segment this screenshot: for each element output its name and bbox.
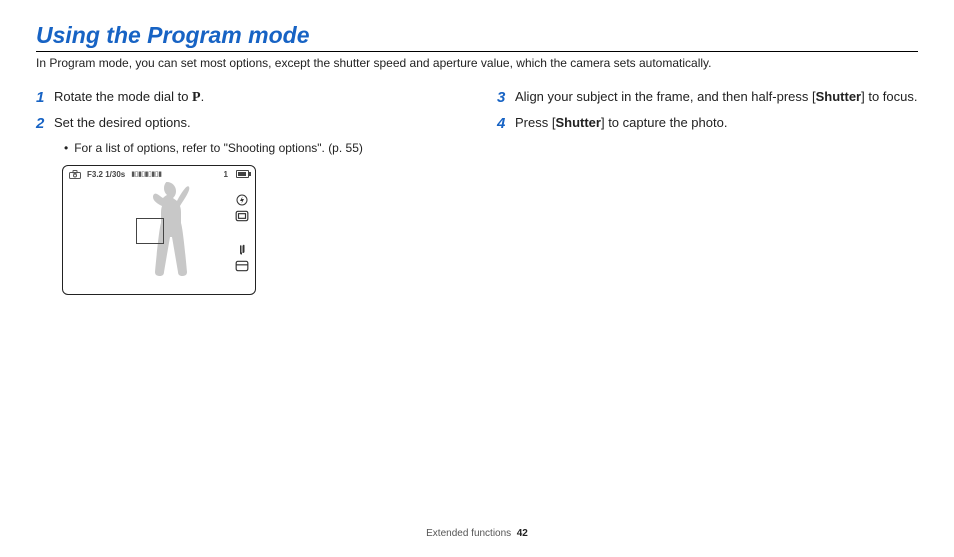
step-number: 4 — [497, 114, 515, 134]
step1-post: . — [201, 89, 205, 104]
step-number: 1 — [36, 88, 54, 108]
page-title: Using the Program mode — [36, 22, 918, 49]
step-2: 2 Set the desired options. — [36, 114, 457, 134]
intro-text: In Program mode, you can set most option… — [36, 56, 918, 70]
display-icon — [235, 260, 249, 272]
step-text: Rotate the mode dial to P. — [54, 88, 204, 108]
step4-pre: Press [ — [515, 115, 555, 130]
lcd-right-icons — [235, 194, 249, 272]
step4-post: ] to capture the photo. — [601, 115, 727, 130]
camera-icon — [69, 170, 81, 179]
lcd-top-bar: F3.2 1/30s ▮▯▮▯▮▯▮▯▮ 1 — [69, 170, 249, 179]
divider — [36, 51, 918, 52]
stabilizer-icon — [235, 244, 249, 256]
step-text: Align your subject in the frame, and the… — [515, 88, 917, 106]
step-number: 2 — [36, 114, 54, 134]
shots-remaining: 1 — [224, 170, 228, 179]
focus-frame — [136, 218, 164, 244]
step-number: 3 — [497, 88, 515, 108]
shutter-keyword: Shutter — [816, 89, 862, 104]
battery-icon — [236, 170, 249, 178]
step-2-note: For a list of options, refer to "Shootin… — [64, 141, 457, 155]
step-text: Press [Shutter] to capture the photo. — [515, 114, 727, 132]
exposure-readout: F3.2 1/30s — [87, 170, 125, 179]
footer-page: 42 — [517, 528, 528, 539]
lcd-preview: F3.2 1/30s ▮▯▮▯▮▯▮▯▮ 1 — [62, 165, 256, 295]
right-column: 3 Align your subject in the frame, and t… — [497, 88, 918, 295]
step3-pre: Align your subject in the frame, and the… — [515, 89, 816, 104]
page-footer: Extended functions 42 — [0, 528, 954, 539]
step-1: 1 Rotate the mode dial to P. — [36, 88, 457, 108]
flash-icon — [235, 194, 249, 206]
mode-p-icon: P — [192, 90, 201, 105]
frame-icon — [235, 210, 249, 222]
shutter-keyword: Shutter — [555, 115, 601, 130]
footer-section: Extended functions — [426, 528, 511, 539]
left-column: 1 Rotate the mode dial to P. 2 Set the d… — [36, 88, 457, 295]
content-columns: 1 Rotate the mode dial to P. 2 Set the d… — [36, 88, 918, 295]
step3-post: ] to focus. — [861, 89, 917, 104]
step-text: Set the desired options. — [54, 114, 191, 132]
step-3: 3 Align your subject in the frame, and t… — [497, 88, 918, 108]
ev-scale: ▮▯▮▯▮▯▮▯▮ — [131, 170, 161, 178]
step-4: 4 Press [Shutter] to capture the photo. — [497, 114, 918, 134]
step1-pre: Rotate the mode dial to — [54, 89, 192, 104]
